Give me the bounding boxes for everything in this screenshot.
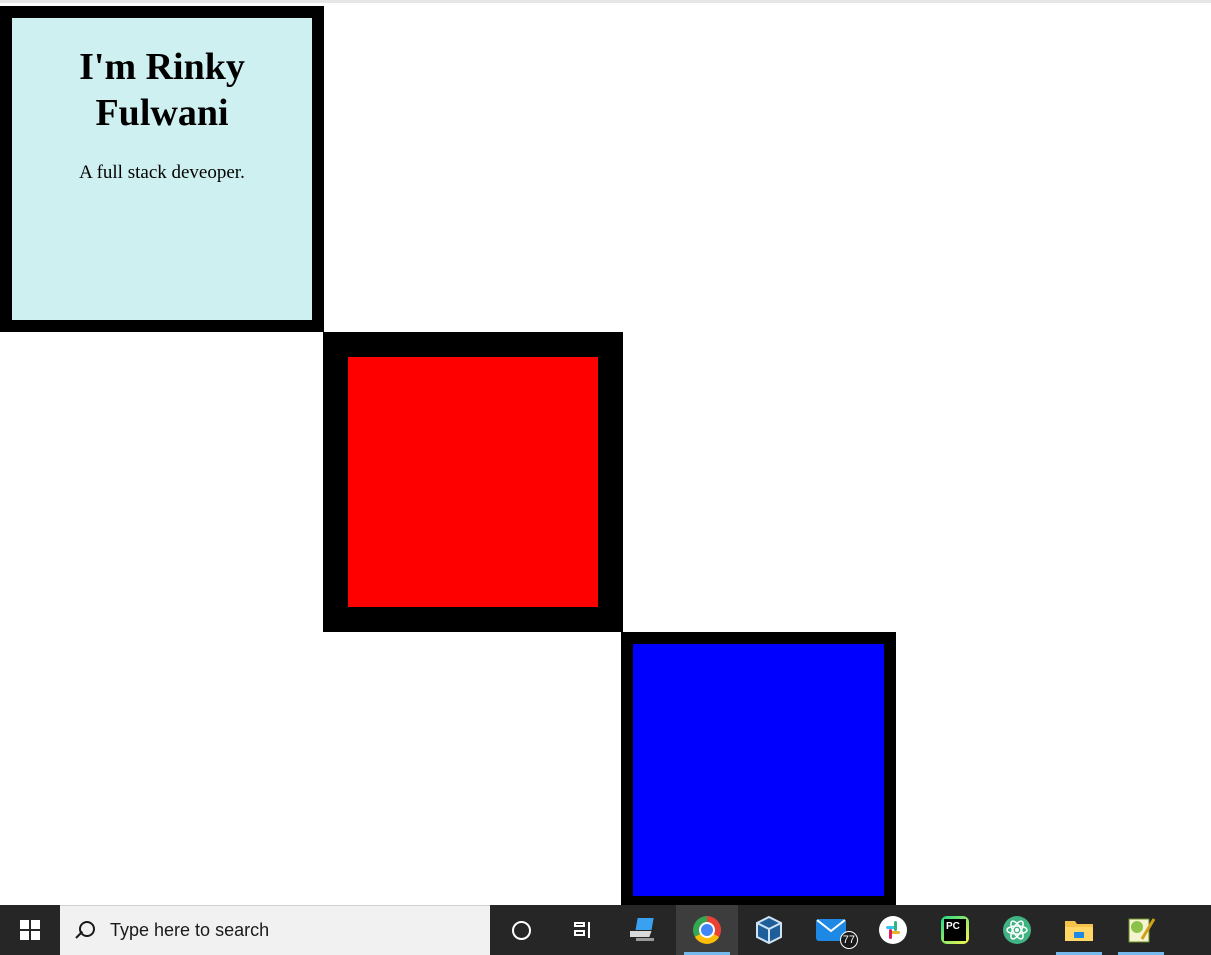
page-heading: I'm Rinky Fulwani — [79, 46, 245, 134]
task-view-icon — [574, 922, 592, 938]
cortana-button[interactable] — [490, 905, 552, 955]
search-icon — [74, 920, 96, 942]
blue-box — [621, 632, 896, 908]
taskbar-app-remote-desktop[interactable] — [614, 905, 676, 955]
taskbar-search-box[interactable]: Type here to search — [60, 905, 490, 955]
task-view-button[interactable] — [552, 905, 614, 955]
search-placeholder: Type here to search — [110, 920, 270, 940]
taskbar-app-slack[interactable] — [862, 905, 924, 955]
pycharm-icon: PC — [941, 916, 969, 944]
taskbar-app-atom[interactable] — [986, 905, 1048, 955]
start-button[interactable] — [0, 905, 60, 955]
virtualbox-icon — [756, 915, 782, 945]
windows-taskbar: Type here to search 77 PC — [0, 905, 1211, 955]
taskbar-app-virtualbox[interactable] — [738, 905, 800, 955]
taskbar-app-file-explorer[interactable] — [1048, 905, 1110, 955]
mail-badge: 77 — [839, 931, 858, 949]
folder-icon — [1065, 921, 1093, 941]
mail-icon: 77 — [816, 919, 858, 949]
taskbar-app-mail[interactable]: 77 — [800, 905, 862, 955]
red-box — [323, 332, 623, 632]
cortana-icon — [511, 920, 531, 940]
remote-desktop-icon — [630, 918, 654, 941]
slack-icon — [879, 916, 907, 944]
chrome-icon — [693, 916, 721, 944]
notepad-icon — [1128, 918, 1156, 943]
atom-icon — [1003, 916, 1031, 944]
taskbar-app-notepad[interactable] — [1110, 905, 1172, 955]
browser-viewport: I'm Rinky Fulwani A full stack deveoper. — [0, 0, 1211, 908]
blue-box-fill — [633, 644, 884, 896]
red-box-fill — [348, 357, 598, 607]
taskbar-app-pycharm[interactable]: PC — [924, 905, 986, 955]
taskbar-app-chrome[interactable] — [676, 905, 738, 955]
windows-start-icon — [20, 920, 40, 940]
page-tagline: A full stack deveoper. — [79, 162, 245, 183]
profile-card: I'm Rinky Fulwani A full stack deveoper. — [0, 6, 324, 332]
